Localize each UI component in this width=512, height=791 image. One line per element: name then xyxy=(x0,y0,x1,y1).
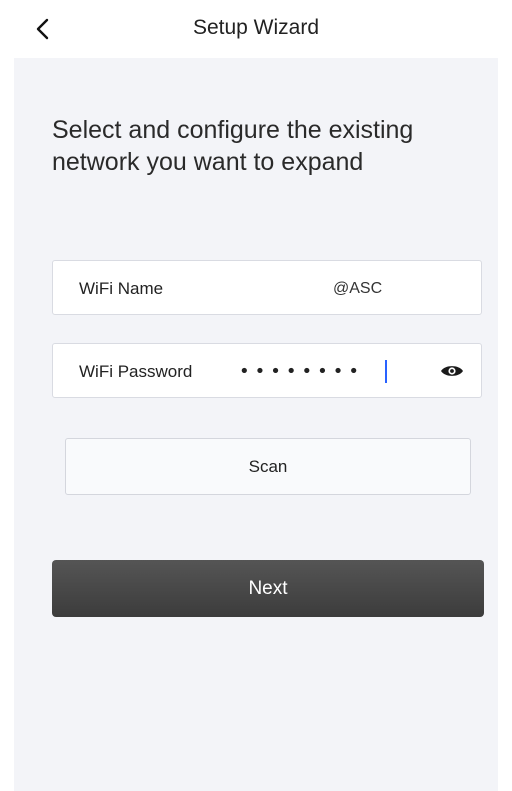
eye-icon xyxy=(441,366,463,376)
text-cursor xyxy=(385,360,387,383)
page-title: Setup Wizard xyxy=(192,16,320,39)
show-password-toggle[interactable] xyxy=(439,359,465,383)
wifi-name-value[interactable]: @ASC xyxy=(333,261,382,316)
wifi-name-label: WiFi Name xyxy=(79,279,164,298)
setup-panel: Select and configure the existing networ… xyxy=(14,58,498,791)
wifi-password-field[interactable]: WiFi Password xyxy=(52,343,482,398)
wifi-password-label: WiFi Password xyxy=(79,362,193,381)
instruction-heading: Select and configure the existing networ… xyxy=(52,116,414,176)
wifi-name-field[interactable]: WiFi Name @ASC xyxy=(52,260,482,315)
wifi-password-input[interactable] xyxy=(239,356,419,386)
top-bar: Setup Wizard xyxy=(0,0,512,58)
next-button[interactable]: Next xyxy=(52,560,484,617)
scan-button[interactable]: Scan xyxy=(65,438,471,495)
